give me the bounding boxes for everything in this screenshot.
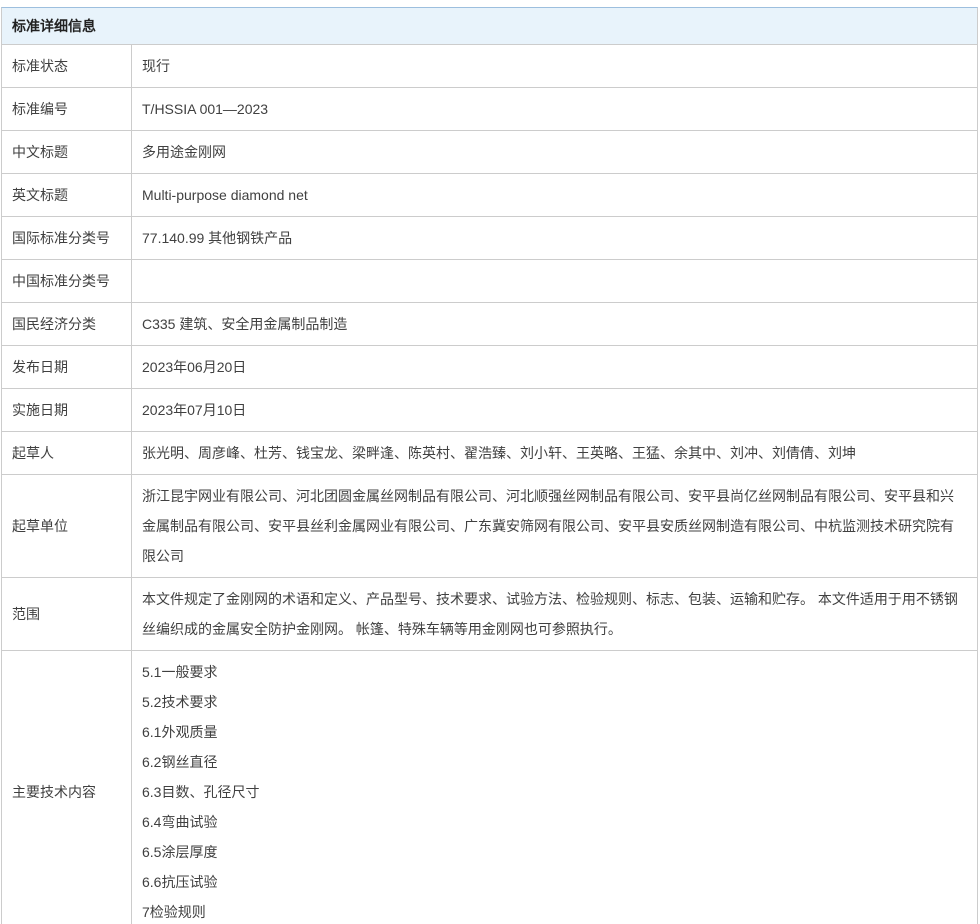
row-label: 国际标准分类号 (2, 217, 132, 259)
value-text: 2023年07月10日 (142, 395, 965, 425)
table-row: 中文标题多用途金刚网 (2, 131, 977, 174)
table-row: 英文标题 Multi-purpose diamond net (2, 174, 977, 217)
table-row: 范围本文件规定了金刚网的术语和定义、产品型号、技术要求、试验方法、检验规则、标志… (2, 578, 977, 651)
table-row: 起草单位浙江昆宇网业有限公司、河北团圆金属丝网制品有限公司、河北顺强丝网制品有限… (2, 475, 977, 578)
row-value: C335 建筑、安全用金属制品制造 (132, 303, 977, 345)
row-label: 中文标题 (2, 131, 132, 173)
table-row: 发布日期 2023年06月20日 (2, 346, 977, 389)
table-row: 国际标准分类号 77.140.99 其他钢铁产品 (2, 217, 977, 260)
row-label: 英文标题 (2, 174, 132, 216)
table-rows: 标准状态现行标准编号T/HSSIA 001—2023中文标题多用途金刚网英文标题… (2, 45, 977, 924)
row-label: 范围 (2, 578, 132, 650)
value-text: 77.140.99 其他钢铁产品 (142, 223, 965, 253)
row-value: 张光明、周彦峰、杜芳、钱宝龙、梁畔逢、陈英村、翟浩臻、刘小轩、王英略、王猛、余其… (132, 432, 977, 474)
value-text: 本文件规定了金刚网的术语和定义、产品型号、技术要求、试验方法、检验规则、标志、包… (142, 584, 965, 644)
row-label: 起草人 (2, 432, 132, 474)
value-text: 张光明、周彦峰、杜芳、钱宝龙、梁畔逢、陈英村、翟浩臻、刘小轩、王英略、王猛、余其… (142, 438, 965, 468)
row-value (132, 260, 977, 302)
table-row: 中国标准分类号 (2, 260, 977, 303)
content-line: 6.6抗压试验 (142, 867, 965, 897)
content-line: 5.1一般要求 (142, 657, 965, 687)
content-line: 6.1外观质量 (142, 717, 965, 747)
row-label: 国民经济分类 (2, 303, 132, 345)
row-value: 5.1一般要求5.2技术要求6.1外观质量6.2钢丝直径6.3目数、孔径尺寸6.… (132, 651, 977, 924)
value-text: 2023年06月20日 (142, 352, 965, 382)
row-value: T/HSSIA 001—2023 (132, 88, 977, 130)
row-label: 起草单位 (2, 475, 132, 577)
table-row: 主要技术内容5.1一般要求5.2技术要求6.1外观质量6.2钢丝直径6.3目数、… (2, 651, 977, 924)
row-label: 实施日期 (2, 389, 132, 431)
row-label: 主要技术内容 (2, 651, 132, 924)
row-value: 本文件规定了金刚网的术语和定义、产品型号、技术要求、试验方法、检验规则、标志、包… (132, 578, 977, 650)
content-line: 6.3目数、孔径尺寸 (142, 777, 965, 807)
value-text: 现行 (142, 51, 965, 81)
row-label: 发布日期 (2, 346, 132, 388)
row-value: 2023年07月10日 (132, 389, 977, 431)
table-row: 标准编号 T/HSSIA 001—2023 (2, 88, 977, 131)
content-line: 5.2技术要求 (142, 687, 965, 717)
row-value: 77.140.99 其他钢铁产品 (132, 217, 977, 259)
content-line: 7检验规则 (142, 897, 965, 924)
table-title: 标准详细信息 (2, 8, 977, 45)
value-text: C335 建筑、安全用金属制品制造 (142, 309, 965, 339)
content-line: 6.2钢丝直径 (142, 747, 965, 777)
value-text: 多用途金刚网 (142, 137, 965, 167)
row-label: 标准编号 (2, 88, 132, 130)
value-text: T/HSSIA 001—2023 (142, 94, 965, 124)
row-value: 多用途金刚网 (132, 131, 977, 173)
row-value: 浙江昆宇网业有限公司、河北团圆金属丝网制品有限公司、河北顺强丝网制品有限公司、安… (132, 475, 977, 577)
row-value: 现行 (132, 45, 977, 87)
row-label: 标准状态 (2, 45, 132, 87)
row-value: Multi-purpose diamond net (132, 174, 977, 216)
row-label: 中国标准分类号 (2, 260, 132, 302)
content-line: 6.4弯曲试验 (142, 807, 965, 837)
value-text: Multi-purpose diamond net (142, 180, 965, 210)
table-row: 国民经济分类 C335 建筑、安全用金属制品制造 (2, 303, 977, 346)
table-row: 标准状态现行 (2, 45, 977, 88)
row-value: 2023年06月20日 (132, 346, 977, 388)
table-row: 实施日期 2023年07月10日 (2, 389, 977, 432)
value-text: 浙江昆宇网业有限公司、河北团圆金属丝网制品有限公司、河北顺强丝网制品有限公司、安… (142, 481, 965, 571)
standard-detail-table: 标准详细信息 标准状态现行标准编号 T/HSSIA 001—2023 中文标题多用途… (1, 7, 978, 924)
content-line: 6.5涂层厚度 (142, 837, 965, 867)
table-row: 起草人张光明、周彦峰、杜芳、钱宝龙、梁畔逢、陈英村、翟浩臻、刘小轩、王英略、王猛… (2, 432, 977, 475)
